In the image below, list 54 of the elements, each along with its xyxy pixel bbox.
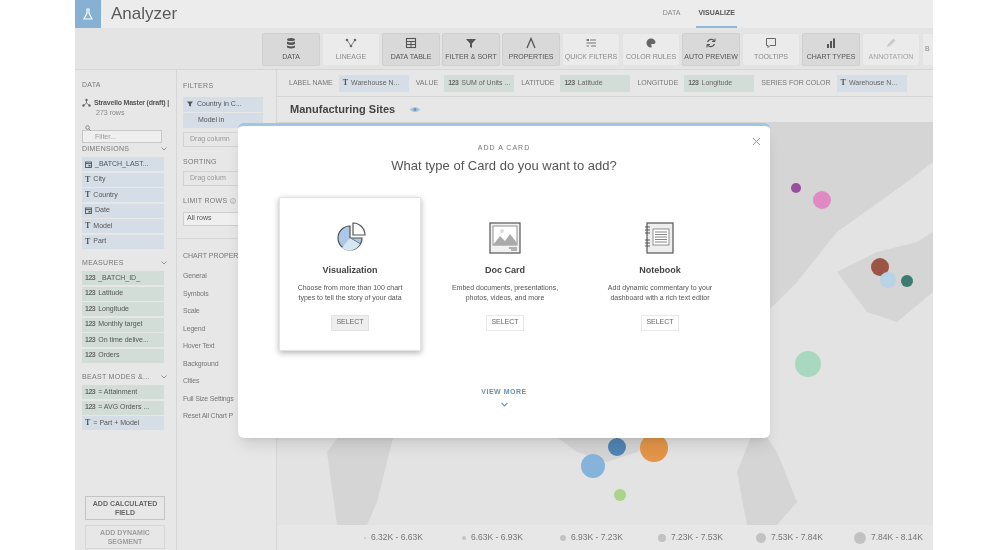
- map-bubble[interactable]: [901, 275, 913, 287]
- table-icon: [405, 36, 417, 49]
- filter-icon: [465, 36, 477, 49]
- pie-chart-icon: [334, 222, 366, 254]
- speech-bubble-icon: [765, 36, 777, 49]
- legend-label: 6.32K - 6.63K: [371, 531, 423, 544]
- type-label: T: [85, 417, 91, 429]
- calendar-icon: [85, 160, 92, 168]
- chevron-down-icon[interactable]: [161, 374, 167, 379]
- app-title: Analyzer: [111, 3, 178, 26]
- chart-title: Manufacturing Sites: [290, 102, 396, 118]
- legend-label: 6.93K - 7.23K: [571, 531, 623, 544]
- dialog-title: What type of Card do you want to add?: [391, 156, 617, 175]
- type-label: T: [85, 173, 91, 186]
- caret-up-icon: [525, 36, 537, 49]
- info-icon[interactable]: [230, 198, 237, 205]
- type-label: T: [85, 220, 91, 232]
- eye-icon[interactable]: [409, 106, 422, 113]
- chevron-down-icon[interactable]: [161, 146, 167, 151]
- card-title: Visualization: [322, 264, 378, 277]
- database-icon: [285, 36, 297, 49]
- app-logo[interactable]: [75, 0, 101, 28]
- pencil-icon: [885, 36, 897, 49]
- chevron-down-icon[interactable]: [161, 260, 167, 265]
- card-title: Notebook: [639, 264, 681, 277]
- filter-icon: [187, 101, 193, 107]
- map-bubble[interactable]: [880, 272, 896, 288]
- nodes-icon: [345, 36, 357, 49]
- legend-label: 7.23K - 7.53K: [671, 531, 723, 544]
- dataset-icon: [82, 97, 91, 107]
- legend-label: 6.63K - 6.93K: [471, 531, 523, 544]
- flask-icon: [83, 8, 93, 20]
- image-frame-icon: [489, 222, 521, 254]
- type-label: T: [840, 77, 846, 89]
- type-label: T: [342, 77, 349, 89]
- type-label: T: [85, 189, 91, 201]
- map-bubble[interactable]: [581, 454, 605, 478]
- map-bubble[interactable]: [608, 438, 626, 456]
- map-bubble[interactable]: [871, 258, 889, 276]
- legend-label: 7.84K - 8.14K: [871, 531, 923, 544]
- map-bubble[interactable]: [791, 183, 801, 193]
- list-icon: [585, 36, 597, 49]
- notebook-icon: [644, 222, 676, 254]
- bar-chart-icon: [825, 36, 837, 49]
- close-icon[interactable]: [752, 137, 761, 146]
- palette-icon: [645, 36, 657, 49]
- type-label: T: [85, 235, 91, 248]
- legend-label: 7.53K - 7.84K: [771, 531, 823, 544]
- map-bubble[interactable]: [813, 191, 831, 209]
- refresh-icon: [705, 36, 717, 49]
- search-icon: [85, 125, 91, 131]
- calendar-icon: [85, 207, 92, 214]
- card-title: Doc Card: [485, 264, 525, 277]
- chevron-down-icon[interactable]: [500, 401, 508, 407]
